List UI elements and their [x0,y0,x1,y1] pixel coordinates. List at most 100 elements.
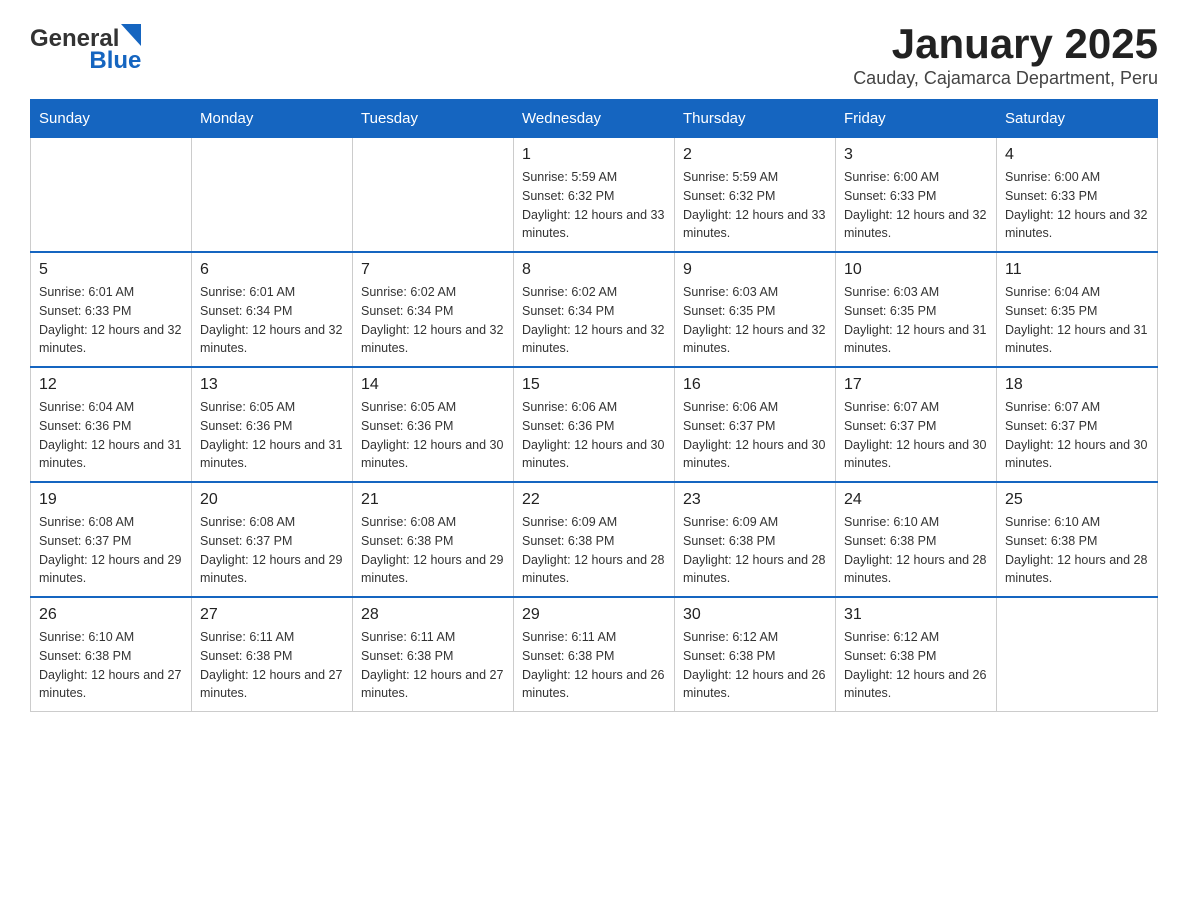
day-info: Sunrise: 6:00 AMSunset: 6:33 PMDaylight:… [1005,168,1149,243]
calendar-week-row: 1Sunrise: 5:59 AMSunset: 6:32 PMDaylight… [31,138,1158,253]
day-number: 27 [200,606,344,624]
calendar-week-row: 5 Sunrise: 6:01 AMSunset: 6:33 PMDaylight… [31,252,1158,367]
calendar-day-cell: 14 Sunrise: 6:05 AMSunset: 6:36 PMDayligh… [353,367,514,482]
day-info: Sunrise: 6:10 AMSunset: 6:38 PMDaylight:… [844,513,988,588]
calendar-day-cell: 2Sunrise: 5:59 AMSunset: 6:32 PMDaylight… [675,138,836,253]
day-number: 29 [522,606,666,624]
calendar-table: SundayMondayTuesdayWednesdayThursdayFrid… [30,99,1158,712]
calendar-day-cell: 22Sunrise: 6:09 AMSunset: 6:38 PMDayligh… [514,482,675,597]
weekday-header-friday: Friday [836,100,997,138]
day-info: Sunrise: 6:11 AMSunset: 6:38 PMDaylight:… [361,628,505,703]
day-info: Sunrise: 6:00 AMSunset: 6:33 PMDaylight:… [844,168,988,243]
logo-blue-text: Blue [89,47,141,75]
weekday-header-row: SundayMondayTuesdayWednesdayThursdayFrid… [31,100,1158,138]
day-info: Sunrise: 6:11 AMSunset: 6:38 PMDaylight:… [200,628,344,703]
calendar-day-cell: 12 Sunrise: 6:04 AMSunset: 6:36 PMDayligh… [31,367,192,482]
page-title: January 2025 [853,20,1158,68]
calendar-day-cell: 15 Sunrise: 6:06 AMSunset: 6:36 PMDayligh… [514,367,675,482]
calendar-day-cell: 16Sunrise: 6:06 AMSunset: 6:37 PMDayligh… [675,367,836,482]
day-number: 3 [844,146,988,164]
weekday-header-wednesday: Wednesday [514,100,675,138]
day-info: Sunrise: 6:04 AMSunset: 6:36 PMDaylight:… [39,398,183,473]
day-number: 26 [39,606,183,624]
weekday-header-monday: Monday [192,100,353,138]
day-info: Sunrise: 6:05 AMSunset: 6:36 PMDaylight:… [200,398,344,473]
calendar-day-cell: 25 Sunrise: 6:10 AMSunset: 6:38 PMDayligh… [997,482,1158,597]
weekday-header-tuesday: Tuesday [353,100,514,138]
calendar-day-cell [31,138,192,253]
logo-icon: General Blue [30,24,141,75]
calendar-day-cell [192,138,353,253]
calendar-day-cell [353,138,514,253]
calendar-day-cell: 23 Sunrise: 6:09 AMSunset: 6:38 PMDayligh… [675,482,836,597]
day-info: Sunrise: 6:05 AMSunset: 6:36 PMDaylight:… [361,398,505,473]
day-info: Sunrise: 5:59 AMSunset: 6:32 PMDaylight:… [683,168,827,243]
day-number: 10 [844,261,988,279]
day-info: Sunrise: 6:02 AMSunset: 6:34 PMDaylight:… [361,283,505,358]
day-number: 5 [39,261,183,279]
calendar-day-cell: 1Sunrise: 5:59 AMSunset: 6:32 PMDaylight… [514,138,675,253]
day-info: Sunrise: 6:10 AMSunset: 6:38 PMDaylight:… [1005,513,1149,588]
calendar-week-row: 12 Sunrise: 6:04 AMSunset: 6:36 PMDayligh… [31,367,1158,482]
day-info: Sunrise: 6:07 AMSunset: 6:37 PMDaylight:… [844,398,988,473]
logo: General Blue [30,20,141,75]
calendar-day-cell: 3 Sunrise: 6:00 AMSunset: 6:33 PMDaylight… [836,138,997,253]
day-number: 18 [1005,376,1149,394]
calendar-day-cell: 6Sunrise: 6:01 AMSunset: 6:34 PMDaylight… [192,252,353,367]
day-info: Sunrise: 6:01 AMSunset: 6:33 PMDaylight:… [39,283,183,358]
day-info: Sunrise: 6:08 AMSunset: 6:38 PMDaylight:… [361,513,505,588]
day-number: 23 [683,491,827,509]
calendar-week-row: 26 Sunrise: 6:10 AMSunset: 6:38 PMDayligh… [31,597,1158,712]
calendar-day-cell: 21 Sunrise: 6:08 AMSunset: 6:38 PMDayligh… [353,482,514,597]
day-info: Sunrise: 6:04 AMSunset: 6:35 PMDaylight:… [1005,283,1149,358]
day-number: 8 [522,261,666,279]
day-number: 25 [1005,491,1149,509]
day-info: Sunrise: 6:08 AMSunset: 6:37 PMDaylight:… [200,513,344,588]
day-number: 15 [522,376,666,394]
calendar-day-cell: 28 Sunrise: 6:11 AMSunset: 6:38 PMDayligh… [353,597,514,712]
calendar-day-cell: 7Sunrise: 6:02 AMSunset: 6:34 PMDaylight… [353,252,514,367]
day-number: 24 [844,491,988,509]
calendar-day-cell: 13 Sunrise: 6:05 AMSunset: 6:36 PMDayligh… [192,367,353,482]
day-number: 28 [361,606,505,624]
page-header: General Blue January 2025 Cauday, Cajama… [30,20,1158,89]
day-number: 12 [39,376,183,394]
calendar-day-cell: 27 Sunrise: 6:11 AMSunset: 6:38 PMDayligh… [192,597,353,712]
calendar-day-cell: 11 Sunrise: 6:04 AMSunset: 6:35 PMDayligh… [997,252,1158,367]
day-number: 16 [683,376,827,394]
day-number: 11 [1005,261,1149,279]
day-info: Sunrise: 6:03 AMSunset: 6:35 PMDaylight:… [844,283,988,358]
day-number: 13 [200,376,344,394]
day-info: Sunrise: 6:10 AMSunset: 6:38 PMDaylight:… [39,628,183,703]
day-info: Sunrise: 6:11 AMSunset: 6:38 PMDaylight:… [522,628,666,703]
day-info: Sunrise: 6:02 AMSunset: 6:34 PMDaylight:… [522,283,666,358]
title-block: January 2025 Cauday, Cajamarca Departmen… [853,20,1158,89]
weekday-header-saturday: Saturday [997,100,1158,138]
logo-arrow-icon [121,24,141,46]
day-number: 31 [844,606,988,624]
day-number: 17 [844,376,988,394]
calendar-day-cell: 5 Sunrise: 6:01 AMSunset: 6:33 PMDaylight… [31,252,192,367]
day-info: Sunrise: 6:12 AMSunset: 6:38 PMDaylight:… [683,628,827,703]
calendar-day-cell: 20 Sunrise: 6:08 AMSunset: 6:37 PMDayligh… [192,482,353,597]
page-subtitle: Cauday, Cajamarca Department, Peru [853,68,1158,89]
day-info: Sunrise: 6:09 AMSunset: 6:38 PMDaylight:… [683,513,827,588]
day-info: Sunrise: 6:09 AMSunset: 6:38 PMDaylight:… [522,513,666,588]
day-info: Sunrise: 6:07 AMSunset: 6:37 PMDaylight:… [1005,398,1149,473]
day-number: 19 [39,491,183,509]
day-info: Sunrise: 6:08 AMSunset: 6:37 PMDaylight:… [39,513,183,588]
calendar-day-cell [997,597,1158,712]
day-number: 21 [361,491,505,509]
day-number: 4 [1005,146,1149,164]
calendar-day-cell: 8 Sunrise: 6:02 AMSunset: 6:34 PMDaylight… [514,252,675,367]
day-number: 20 [200,491,344,509]
day-info: Sunrise: 6:06 AMSunset: 6:36 PMDaylight:… [522,398,666,473]
calendar-day-cell: 29 Sunrise: 6:11 AMSunset: 6:38 PMDayligh… [514,597,675,712]
calendar-day-cell: 26 Sunrise: 6:10 AMSunset: 6:38 PMDayligh… [31,597,192,712]
day-info: Sunrise: 6:03 AMSunset: 6:35 PMDaylight:… [683,283,827,358]
day-number: 14 [361,376,505,394]
weekday-header-sunday: Sunday [31,100,192,138]
day-info: Sunrise: 5:59 AMSunset: 6:32 PMDaylight:… [522,168,666,243]
calendar-day-cell: 4 Sunrise: 6:00 AMSunset: 6:33 PMDaylight… [997,138,1158,253]
calendar-day-cell: 31Sunrise: 6:12 AMSunset: 6:38 PMDayligh… [836,597,997,712]
